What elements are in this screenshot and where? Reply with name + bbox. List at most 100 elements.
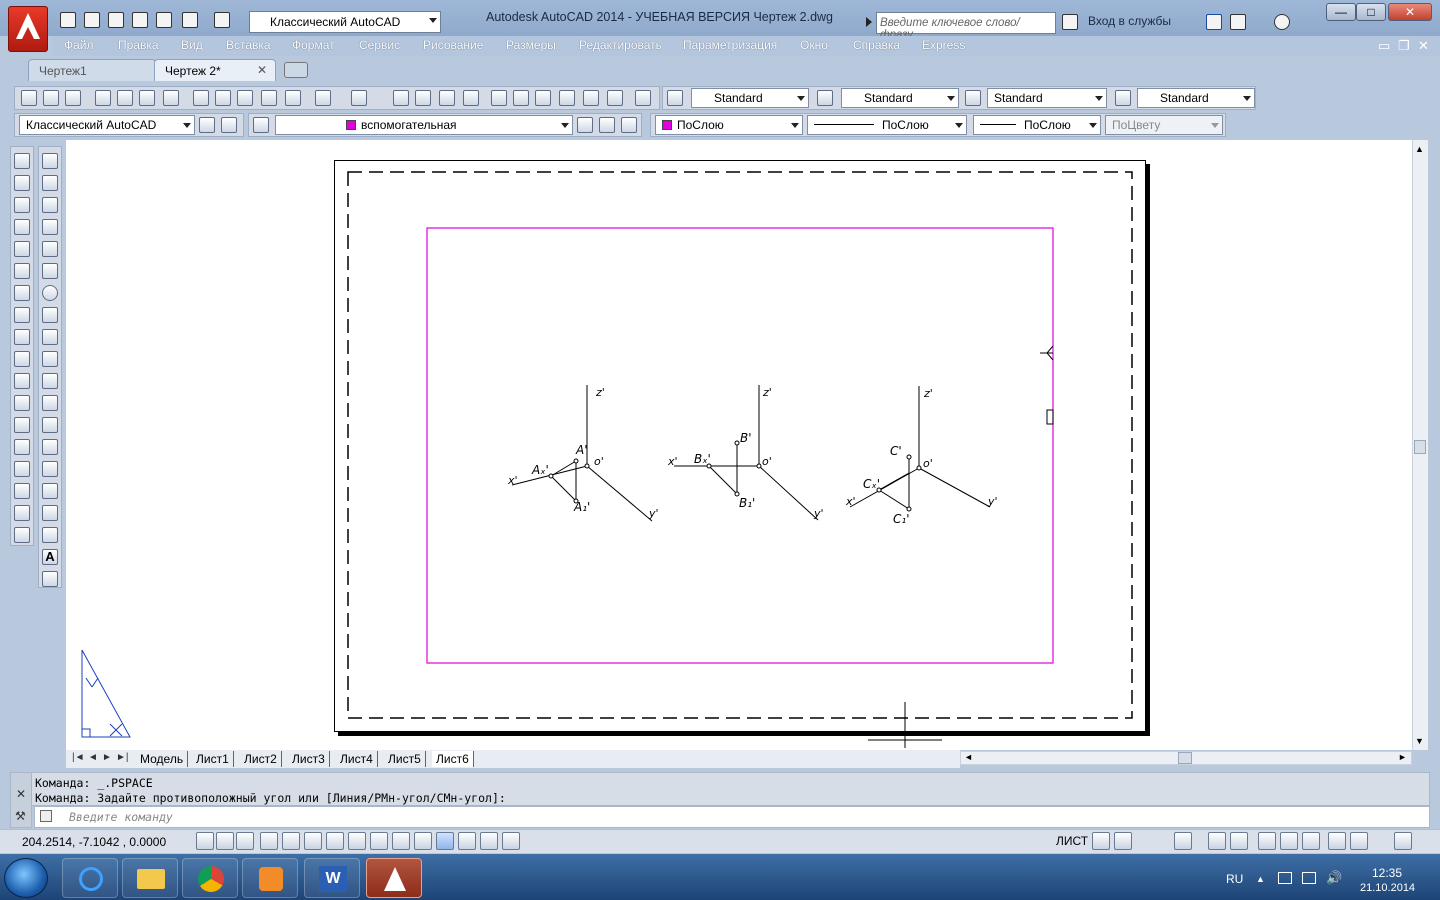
tab-sheet2[interactable]: Лист2 bbox=[240, 751, 282, 767]
dynamic-input-icon[interactable] bbox=[392, 832, 410, 850]
label-Bx: Bₓ' bbox=[694, 452, 711, 466]
wrench-icon[interactable]: ⚒ bbox=[15, 809, 26, 823]
grid-display-icon[interactable] bbox=[236, 832, 254, 850]
snap-mode-icon[interactable] bbox=[216, 832, 234, 850]
action-center-icon[interactable] bbox=[1278, 872, 1292, 884]
maximize-viewport-icon[interactable] bbox=[1174, 832, 1192, 850]
label-C1: C₁' bbox=[893, 512, 910, 526]
network-icon[interactable] bbox=[1302, 872, 1316, 884]
label-x2: x' bbox=[667, 455, 678, 468]
label-Ax: Aₓ' bbox=[531, 463, 549, 477]
label-o3: o' bbox=[923, 457, 933, 470]
vertical-scroll-thumb[interactable] bbox=[1414, 440, 1426, 454]
scroll-right-icon[interactable]: ► bbox=[1398, 752, 1407, 762]
label-B1: B₁' bbox=[739, 496, 755, 510]
quick-view-layouts-icon[interactable] bbox=[1092, 832, 1110, 850]
taskbar-chrome[interactable] bbox=[182, 858, 238, 898]
next-layout-icon[interactable]: ► bbox=[102, 752, 112, 763]
taskbar-autocad[interactable] bbox=[366, 858, 422, 898]
label-B: B' bbox=[740, 431, 752, 445]
printable-area-border bbox=[347, 171, 1133, 719]
command-input[interactable]: Введите команду bbox=[34, 806, 1430, 828]
autocad-icon bbox=[384, 867, 406, 891]
command-history-line: Команда: _.PSPACE bbox=[35, 776, 153, 790]
taskbar-media-player[interactable] bbox=[242, 858, 298, 898]
quick-properties-icon[interactable] bbox=[458, 832, 476, 850]
transparency-icon[interactable] bbox=[436, 832, 454, 850]
scroll-left-icon[interactable]: ◄ bbox=[964, 752, 973, 762]
tab-sheet1[interactable]: Лист1 bbox=[192, 751, 234, 767]
label-A: A' bbox=[575, 443, 588, 457]
start-button[interactable] bbox=[4, 858, 48, 898]
scroll-down-icon[interactable]: ▼ bbox=[1415, 736, 1424, 746]
label-x3: x' bbox=[845, 495, 856, 508]
quick-view-drawings-icon[interactable] bbox=[1114, 832, 1132, 850]
tab-sheet4[interactable]: Лист4 bbox=[336, 751, 378, 767]
label-o2: o' bbox=[762, 455, 772, 468]
ortho-mode-icon[interactable] bbox=[260, 832, 278, 850]
3d-object-snap-icon[interactable] bbox=[326, 832, 344, 850]
viewport-frame[interactable] bbox=[426, 227, 1054, 664]
label-Cx: Cₓ' bbox=[863, 477, 880, 491]
label-z3: z' bbox=[923, 387, 933, 400]
viewport-grips[interactable] bbox=[1040, 345, 1054, 425]
horizontal-scroll-thumb[interactable] bbox=[1178, 752, 1192, 764]
label-y3: y' bbox=[987, 495, 998, 508]
toolbar-lock-icon[interactable] bbox=[1280, 832, 1298, 850]
folder-icon bbox=[137, 869, 165, 889]
clock-date[interactable]: 21.10.2014 bbox=[1360, 882, 1415, 894]
polar-tracking-icon[interactable] bbox=[282, 832, 300, 850]
word-icon: W bbox=[319, 866, 347, 892]
media-player-icon bbox=[259, 867, 283, 891]
workspace-switching-icon[interactable] bbox=[1258, 832, 1276, 850]
label-o1: o' bbox=[594, 455, 604, 468]
command-prompt-icon[interactable] bbox=[40, 810, 52, 822]
label-C: C' bbox=[890, 444, 902, 458]
taskbar-internet-explorer[interactable] bbox=[62, 858, 118, 898]
command-panel-handle[interactable]: ✕ ⚒ bbox=[10, 772, 32, 828]
label-z2: z' bbox=[762, 386, 772, 399]
label-x1: x' bbox=[507, 474, 518, 487]
lightbulb-icon[interactable] bbox=[1350, 832, 1368, 850]
tray-expand-icon[interactable]: ▲ bbox=[1256, 874, 1265, 884]
annotation-visibility-icon[interactable] bbox=[1230, 832, 1248, 850]
first-layout-icon[interactable]: |◄ bbox=[72, 752, 85, 763]
object-snap-icon[interactable] bbox=[304, 832, 322, 850]
dynamic-ucs-icon[interactable] bbox=[370, 832, 388, 850]
lineweight-toggle-icon[interactable] bbox=[414, 832, 432, 850]
tab-sheet5[interactable]: Лист5 bbox=[384, 751, 426, 767]
isolate-objects-icon[interactable] bbox=[1328, 832, 1346, 850]
label-A1: A₁' bbox=[573, 500, 590, 514]
clean-screen-icon[interactable] bbox=[1394, 832, 1412, 850]
volume-icon[interactable]: 🔊 bbox=[1326, 870, 1342, 886]
taskbar-word[interactable]: W bbox=[304, 858, 360, 898]
tab-sheet3[interactable]: Лист3 bbox=[288, 751, 330, 767]
command-history-line: Команда: Задайте противоположный угол ил… bbox=[35, 791, 506, 805]
clock-time[interactable]: 12:35 bbox=[1372, 866, 1402, 880]
last-layout-icon[interactable]: ►| bbox=[116, 752, 129, 763]
label-y1: y' bbox=[648, 507, 659, 520]
command-history: Команда: _.PSPACE Команда: Задайте проти… bbox=[10, 772, 1430, 806]
close-icon[interactable]: ✕ bbox=[16, 787, 26, 801]
chrome-icon bbox=[198, 866, 224, 892]
taskbar-explorer[interactable] bbox=[122, 858, 178, 898]
tab-sheet6[interactable]: Лист6 bbox=[432, 751, 474, 767]
crosshair-cursor bbox=[868, 702, 942, 748]
hardware-acceleration-icon[interactable] bbox=[1302, 832, 1320, 850]
otrack-icon[interactable] bbox=[348, 832, 366, 850]
label-y2: y' bbox=[813, 507, 824, 520]
projection-C bbox=[849, 386, 991, 512]
paper-space-label[interactable]: ЛИСТ bbox=[1056, 834, 1088, 848]
infer-constraints-icon[interactable] bbox=[196, 832, 214, 850]
prev-layout-icon[interactable]: ◄ bbox=[88, 752, 98, 763]
label-z1: z' bbox=[595, 386, 605, 399]
language-indicator[interactable]: RU bbox=[1226, 872, 1243, 886]
tab-model[interactable]: Модель bbox=[136, 751, 189, 767]
scroll-up-icon[interactable]: ▲ bbox=[1415, 144, 1424, 154]
ucs-icon bbox=[81, 649, 131, 738]
coordinates-readout[interactable]: 204.2514, -7.1042 , 0.0000 bbox=[22, 835, 166, 849]
internet-explorer-icon bbox=[79, 867, 103, 891]
annotation-monitor-icon[interactable] bbox=[502, 832, 520, 850]
selection-cycling-icon[interactable] bbox=[480, 832, 498, 850]
annotation-scale-icon[interactable] bbox=[1208, 832, 1226, 850]
